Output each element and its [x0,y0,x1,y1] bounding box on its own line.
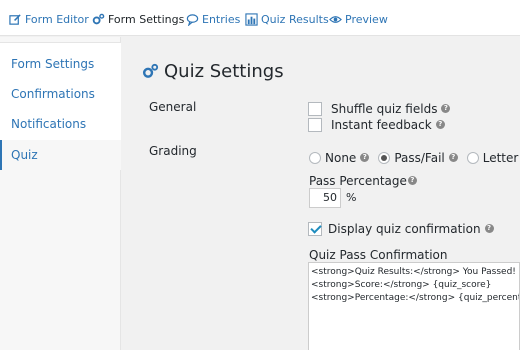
bar-chart-icon [245,12,258,26]
sidebar-panel: Form Settings Confirmations Notification… [0,42,121,170]
gears-icon [92,13,105,26]
instant-feedback-row: Instant feedback ? [308,117,445,132]
preview-label: Preview [345,12,388,26]
quiz-results-link[interactable]: Quiz Results [245,11,329,27]
eye-icon [329,13,342,26]
form-settings-link[interactable]: Form Settings [92,11,184,27]
top-toolbar: Form Editor Form Settings Entries Quiz R… [0,0,520,36]
entries-label: Entries [202,12,241,26]
grading-label: Grading [149,144,197,158]
pass-confirmation-textarea[interactable]: <strong>Quiz Results:</strong> You Passe… [308,262,520,350]
help-icon[interactable]: ? [441,104,451,113]
help-icon[interactable]: ? [407,176,417,185]
gears-icon [142,63,159,80]
sidebar-item-form-settings[interactable]: Form Settings [0,49,121,79]
grading-radio-group: None ? Pass/Fail ? Letter ? [309,150,520,165]
grading-letter-radio[interactable] [466,151,479,164]
page-title-text: Quiz Settings [164,60,284,82]
percent-sign: % [346,191,357,204]
display-confirmation-row: Display quiz confirmation ? [308,221,494,236]
form-settings-label: Form Settings [108,12,185,26]
instant-feedback-checkbox[interactable] [308,117,322,132]
instant-feedback-label: Instant feedback [331,117,432,132]
display-confirmation-checkbox[interactable] [308,221,322,236]
comment-icon [186,13,199,26]
help-icon[interactable]: ? [484,224,494,233]
grading-none-radio[interactable] [309,151,321,164]
pass-percentage-label-row: Pass Percentage ? [309,173,417,188]
grading-letter-label: Letter [482,150,519,165]
sidebar-item-quiz[interactable]: Quiz [0,140,121,170]
help-icon[interactable]: ? [360,153,370,162]
form-editor-label: Form Editor [25,12,89,26]
pass-confirmation-label: Quiz Pass Confirmation [309,248,448,262]
entries-link[interactable]: Entries [186,11,240,27]
grading-none-label: None [325,150,357,165]
edit-icon [9,13,22,26]
general-label: General [149,100,197,114]
main-content: Quiz Settings General Shuffle quiz field… [122,37,520,350]
sidebar-item-notifications[interactable]: Notifications [0,109,121,139]
pass-percentage-input[interactable]: 50 [309,188,341,208]
pass-percentage-label: Pass Percentage [309,173,407,188]
grading-pass-fail-radio[interactable] [378,151,391,164]
shuffle-row: Shuffle quiz fields ? [308,101,451,116]
preview-link[interactable]: Preview [329,11,388,27]
settings-sidebar: Form Settings Confirmations Notification… [0,37,121,350]
help-icon[interactable]: ? [435,120,445,129]
shuffle-label: Shuffle quiz fields [331,101,438,116]
help-icon[interactable]: ? [448,153,458,162]
shuffle-checkbox[interactable] [308,101,322,116]
quiz-results-label: Quiz Results [261,12,329,26]
sidebar-item-confirmations[interactable]: Confirmations [0,79,121,109]
grading-pass-fail-label: Pass/Fail [394,150,445,165]
display-confirmation-label: Display quiz confirmation [328,221,481,236]
form-editor-link[interactable]: Form Editor [9,11,89,27]
page-title: Quiz Settings [142,59,284,83]
